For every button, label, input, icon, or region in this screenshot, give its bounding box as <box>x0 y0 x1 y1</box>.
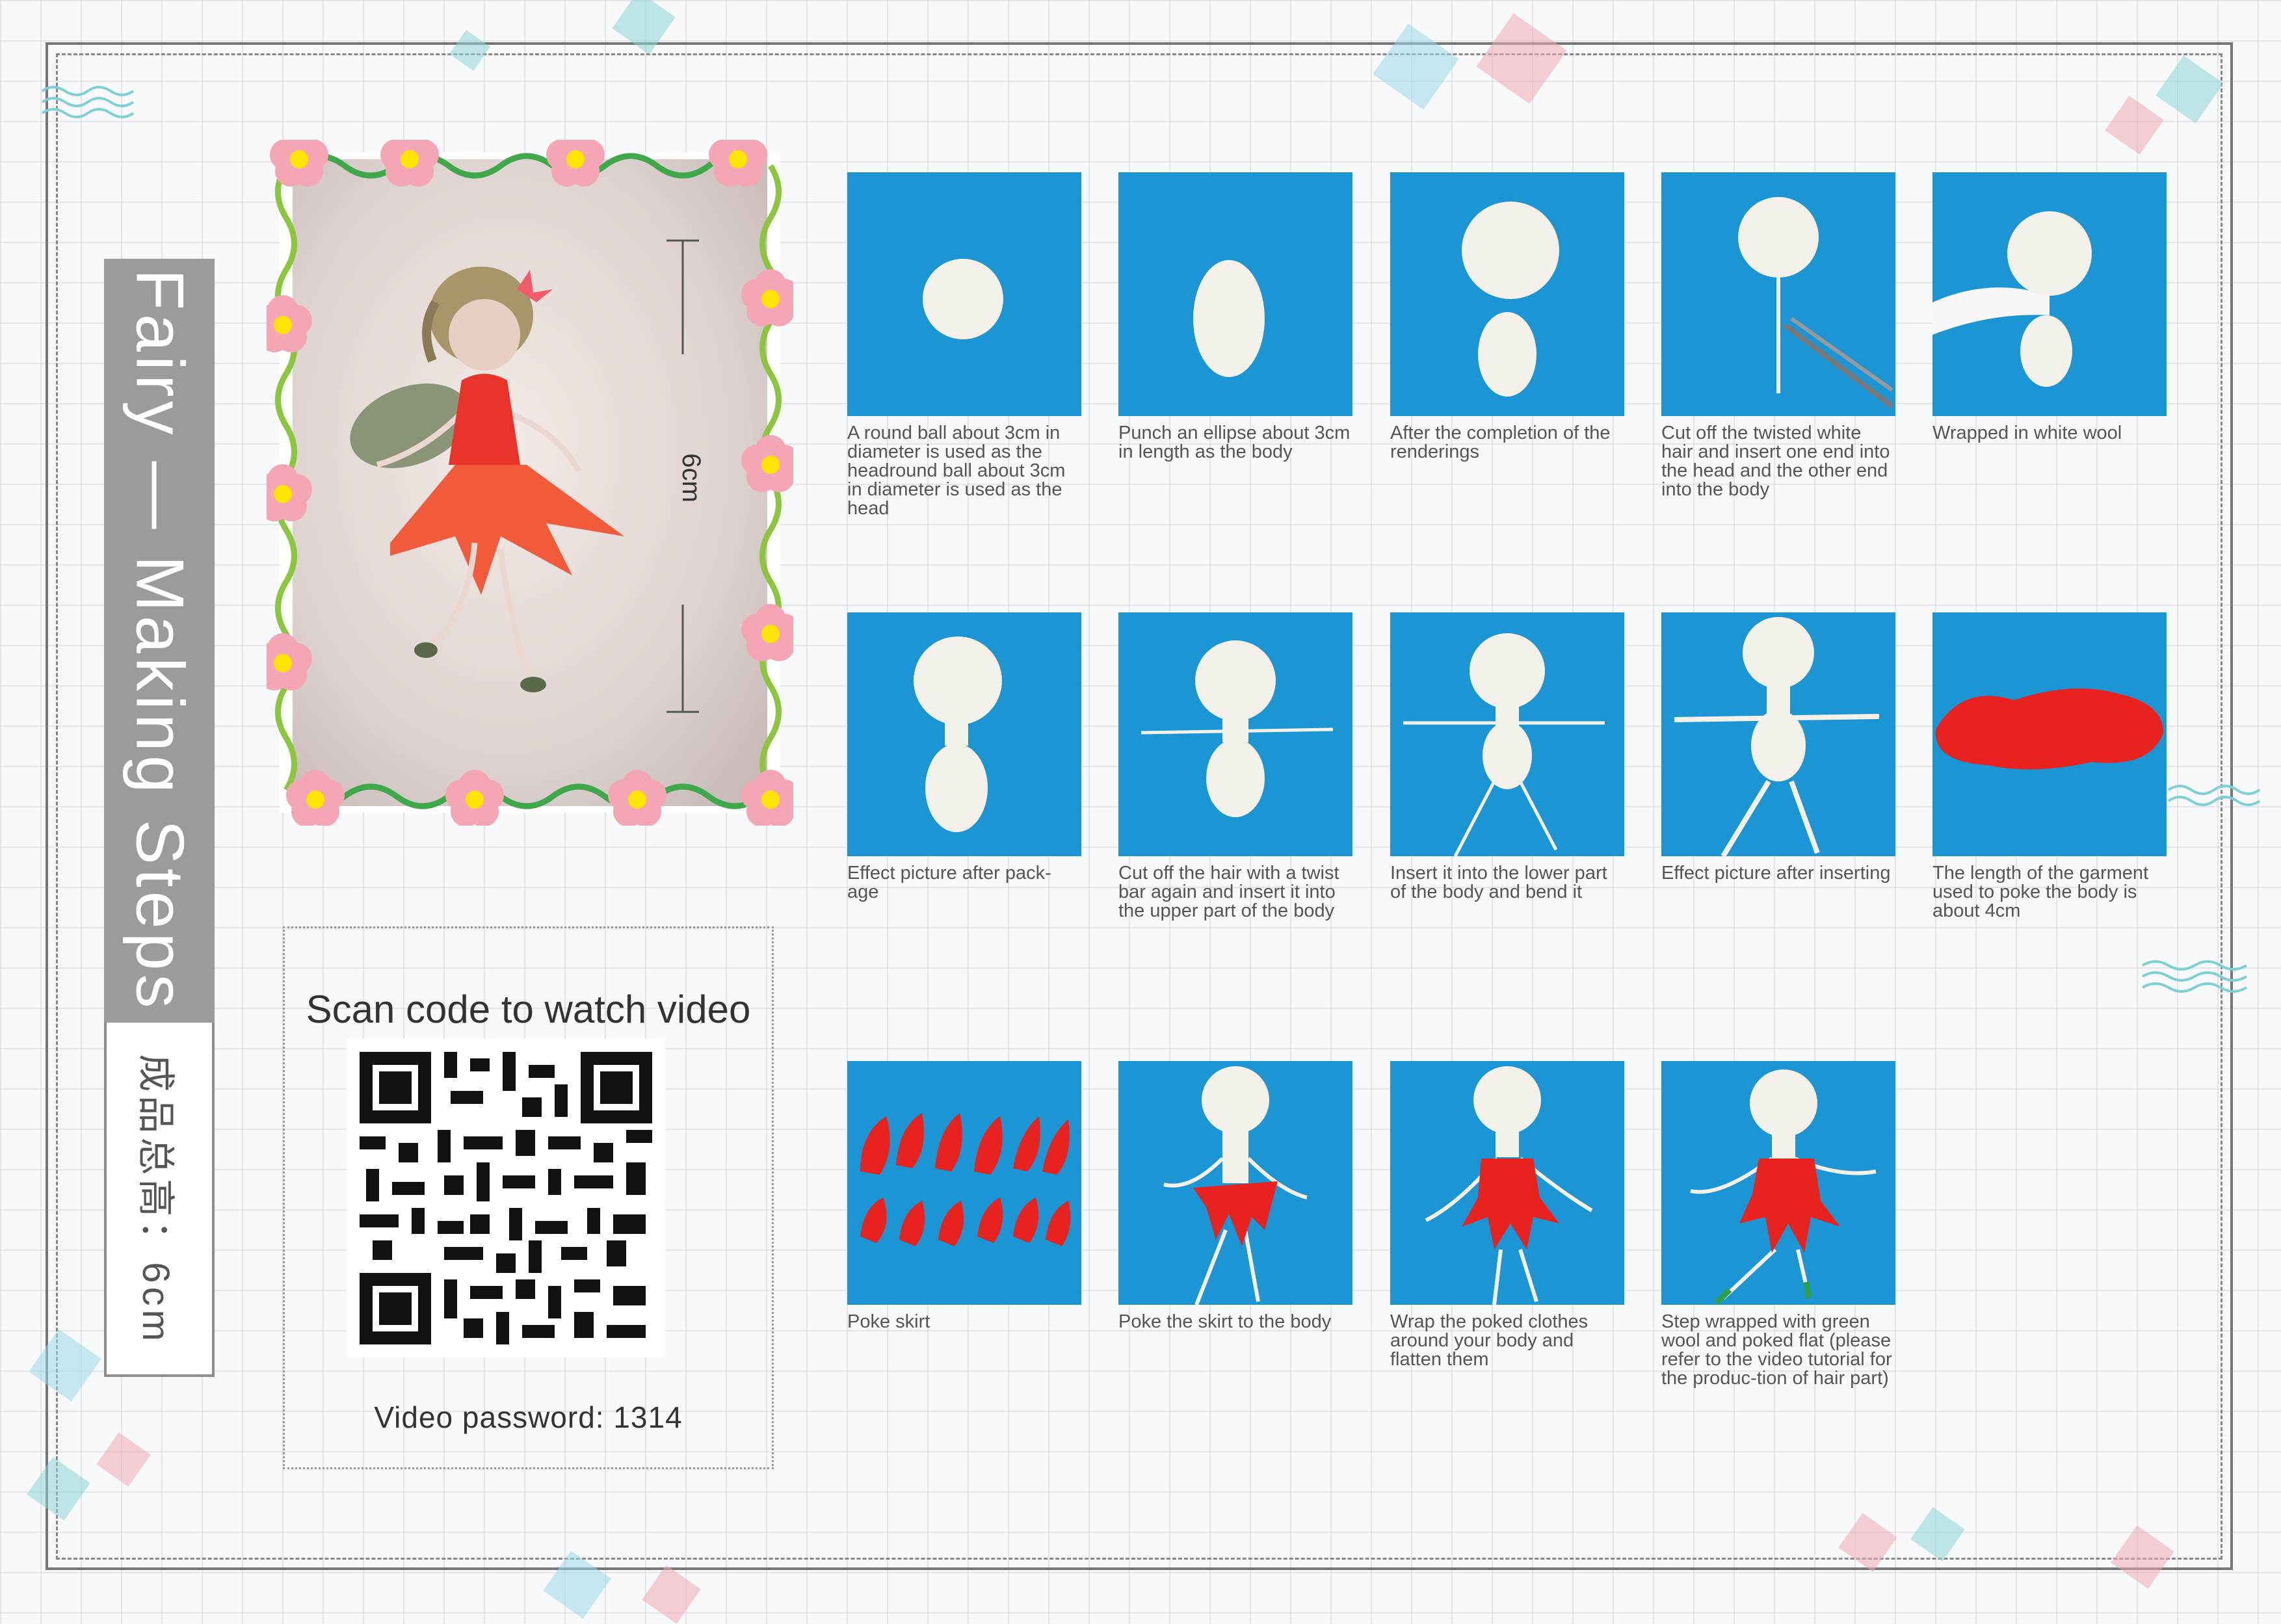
step-12-photo <box>1118 1061 1352 1305</box>
step-2-photo <box>1118 172 1352 416</box>
step-caption: Poke skirt <box>847 1311 930 1332</box>
video-password: Video password: 1314 <box>374 1400 683 1434</box>
wave-decoration <box>41 86 135 118</box>
qr-code[interactable] <box>347 1039 665 1357</box>
finished-fairy-photo: 6cm <box>254 129 800 827</box>
qr-panel: Scan code to watch video Video password: <box>283 926 774 1469</box>
step-5: Wrapped in white wool <box>1932 172 2167 443</box>
wave-decoration <box>2141 960 2248 993</box>
step-8-photo <box>1390 612 1624 856</box>
step-5-photo <box>1932 172 2167 416</box>
step-caption: Cut off the twisted white hair and inser… <box>1661 423 1890 500</box>
step-13: Wrap the poked clothes around your body … <box>1390 1061 1624 1369</box>
page-title: Fairy — Making Steps <box>122 268 198 1012</box>
step-caption: Poke the skirt to the body <box>1118 1311 1332 1332</box>
qr-code-image <box>347 1039 665 1357</box>
step-3: After the completion of the renderings <box>1390 172 1624 462</box>
step-6: Effect picture after pack-age <box>847 612 1081 902</box>
step-caption: A round ball about 3cm in diameter is us… <box>847 423 1066 519</box>
step-caption: After the completion of the renderings <box>1390 423 1611 462</box>
step-14: Step wrapped with green wool and poked f… <box>1661 1061 1895 1388</box>
step-11: Poke skirt <box>847 1061 1081 1331</box>
step-14-photo <box>1661 1061 1895 1305</box>
qr-heading: Scan code to watch video <box>306 988 751 1031</box>
step-8: Insert it into the lower part of the bod… <box>1390 612 1624 902</box>
step-caption: Effect picture after inserting <box>1661 863 1891 884</box>
total-height-label: 成品总高：6cm <box>135 1054 177 1345</box>
step-4-photo <box>1661 172 1895 416</box>
step-9: Effect picture after inserting <box>1661 612 1895 883</box>
step-caption: Insert it into the lower part of the bod… <box>1390 863 1607 902</box>
step-9-photo <box>1661 612 1895 856</box>
step-caption: The length of the garment used to poke t… <box>1932 863 2149 921</box>
step-10: The length of the garment used to poke t… <box>1932 612 2167 921</box>
decor-square <box>642 1565 701 1624</box>
step-7: Cut off the hair with a twist bar again … <box>1118 612 1352 921</box>
step-caption: Effect picture after pack-age <box>847 863 1051 902</box>
fairy-photo-illustration: 6cm <box>254 129 800 827</box>
step-13-photo <box>1390 1061 1624 1305</box>
step-1: A round ball about 3cm in diameter is us… <box>847 172 1081 518</box>
step-12: Poke the skirt to the body <box>1118 1061 1352 1331</box>
step-11-photo <box>847 1061 1081 1305</box>
step-10-photo <box>1932 612 2167 856</box>
step-3-photo <box>1390 172 1624 416</box>
step-2: Punch an ellipse about 3cm in length as … <box>1118 172 1352 462</box>
step-6-photo <box>847 612 1081 856</box>
step-1-photo <box>847 172 1081 416</box>
step-7-photo <box>1118 612 1352 856</box>
step-caption: Punch an ellipse about 3cm in length as … <box>1118 423 1351 462</box>
step-caption: Step wrapped with green wool and poked f… <box>1661 1311 1892 1389</box>
step-caption: Wrapped in white wool <box>1932 423 2122 443</box>
wave-decoration <box>2167 785 2261 806</box>
dimension-label: 6cm <box>677 453 705 503</box>
step-caption: Wrap the poked clothes around your body … <box>1390 1311 1589 1370</box>
step-4: Cut off the twisted white hair and inser… <box>1661 172 1895 499</box>
step-caption: Cut off the hair with a twist bar again … <box>1118 863 1339 921</box>
